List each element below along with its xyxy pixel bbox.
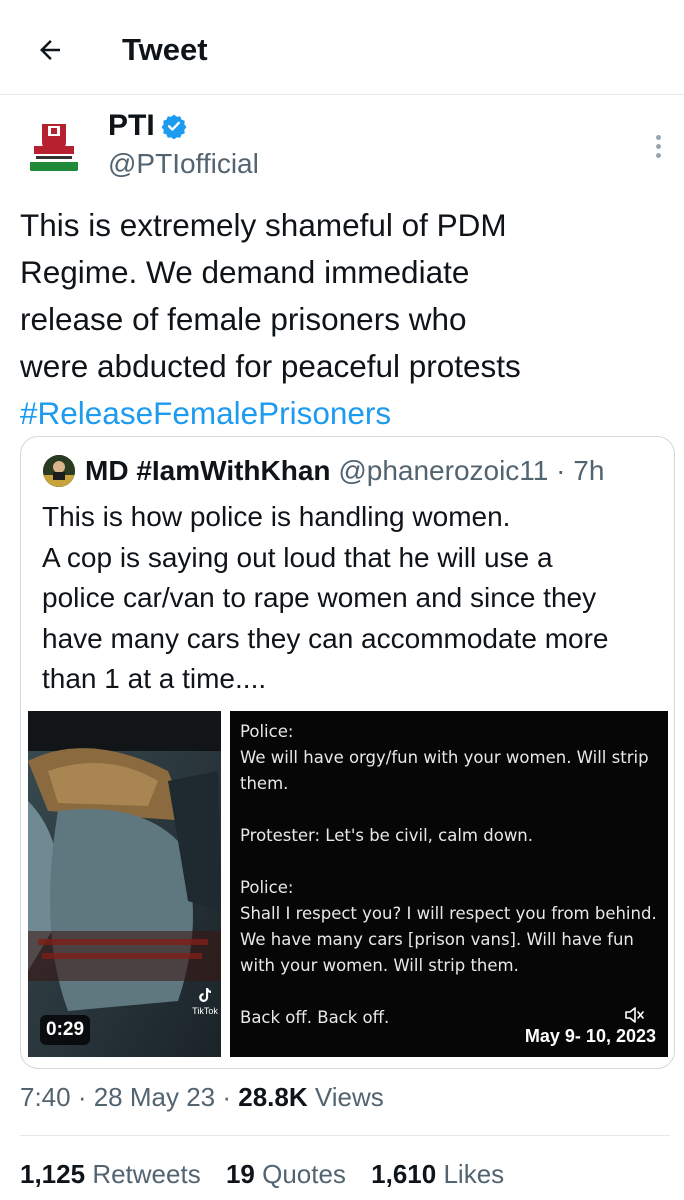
avatar-image-icon <box>43 455 75 487</box>
author-avatar[interactable] <box>20 112 88 180</box>
retweets-count: 1,125 <box>20 1159 86 1189</box>
quote-text-line: police car/van to rape women and since t… <box>42 582 597 613</box>
caption-block: Protester: Let's be civil, calm down. <box>240 826 534 845</box>
tweet-text-line: release of female prisoners who <box>20 301 467 337</box>
retweets-label: Retweets <box>92 1159 201 1189</box>
views-label: Views <box>314 1082 384 1112</box>
top-bar: Tweet <box>0 0 684 95</box>
tiktok-icon <box>199 988 211 1002</box>
tweet-meta: 7:40 · 28 May 23 · 28.8K Views <box>20 1080 384 1114</box>
likes-label: Likes <box>443 1159 505 1189</box>
back-button[interactable] <box>30 30 70 70</box>
date-badge: May 9- 10, 2023 <box>524 1026 656 1046</box>
muted-speaker-icon[interactable] <box>624 1005 646 1025</box>
hashtag-link[interactable]: #ReleaseFemalePrisoners <box>20 390 660 437</box>
quoted-tweet[interactable]: MD #IamWithKhan @phanerozoic11 · 7h This… <box>20 436 675 1069</box>
caption-image[interactable]: Police: We will have orgy/fun with your … <box>230 711 668 1057</box>
video-thumbnail[interactable]: TikTok 0:29 <box>28 711 221 1057</box>
quote-separator: · <box>548 455 574 486</box>
video-duration: 0:29 <box>40 1015 91 1045</box>
tweet-date[interactable]: 28 May 23 <box>94 1082 215 1112</box>
likes-count: 1,610 <box>371 1159 437 1189</box>
meta-separator: · <box>70 1082 94 1112</box>
quote-author-handle[interactable]: @phanerozoic11 <box>338 455 548 486</box>
caption-text: Police: We will have orgy/fun with your … <box>240 719 665 1031</box>
quotes-label: Quotes <box>262 1159 346 1189</box>
author-name-text: PTI <box>108 109 155 142</box>
quote-author-avatar[interactable] <box>43 455 75 487</box>
more-options-icon[interactable] <box>646 130 670 162</box>
author-name[interactable]: PTI <box>108 108 187 144</box>
quote-text-line: than 1 at a time.... <box>42 663 267 694</box>
author-handle[interactable]: @PTIofficial <box>108 146 259 182</box>
quote-text-line: have many cars they can accommodate more <box>42 622 609 654</box>
tiktok-watermark: TikTok <box>190 987 220 1017</box>
views-count: 28.8K <box>238 1082 308 1112</box>
verified-badge-icon <box>161 114 187 139</box>
page-title: Tweet <box>122 32 208 67</box>
quote-author-name[interactable]: MD #IamWithKhan <box>85 455 331 486</box>
quote-time: 7h <box>573 455 605 486</box>
caption-block: Police: We will have orgy/fun with your … <box>240 722 649 793</box>
quote-text-line: A cop is saying out loud that he will us… <box>42 541 553 573</box>
meta-separator: · <box>215 1082 239 1112</box>
engagement-stats: 1,125 Retweets 19 Quotes 1,610 Likes <box>20 1157 504 1191</box>
pti-logo-icon <box>20 112 88 180</box>
divider <box>20 1135 670 1136</box>
likes-stat[interactable]: 1,610 Likes <box>371 1159 504 1189</box>
tweet-text-line: Regime. We demand immediate <box>20 254 470 290</box>
quotes-count: 19 <box>225 1159 255 1189</box>
caption-block: Police: Shall I respect you? I will resp… <box>240 878 657 975</box>
tiktok-label: TikTok <box>192 1006 218 1016</box>
tweet-text: This is extremely shameful of PDM Regime… <box>20 202 660 437</box>
tweet-text-line: were abducted for peaceful protests <box>20 348 521 384</box>
retweets-stat[interactable]: 1,125 Retweets <box>20 1159 201 1189</box>
tweet-time[interactable]: 7:40 <box>20 1082 71 1112</box>
tweet-text-line: This is extremely shameful of PDM <box>20 207 507 243</box>
quote-text: This is how police is handling women. A … <box>42 497 672 700</box>
arrow-left-icon <box>40 40 60 60</box>
quote-text-line: This is how police is handling women. <box>42 501 511 532</box>
quotes-stat[interactable]: 19 Quotes <box>226 1159 346 1189</box>
quote-header: MD #IamWithKhan @phanerozoic11 · 7h <box>85 453 604 489</box>
